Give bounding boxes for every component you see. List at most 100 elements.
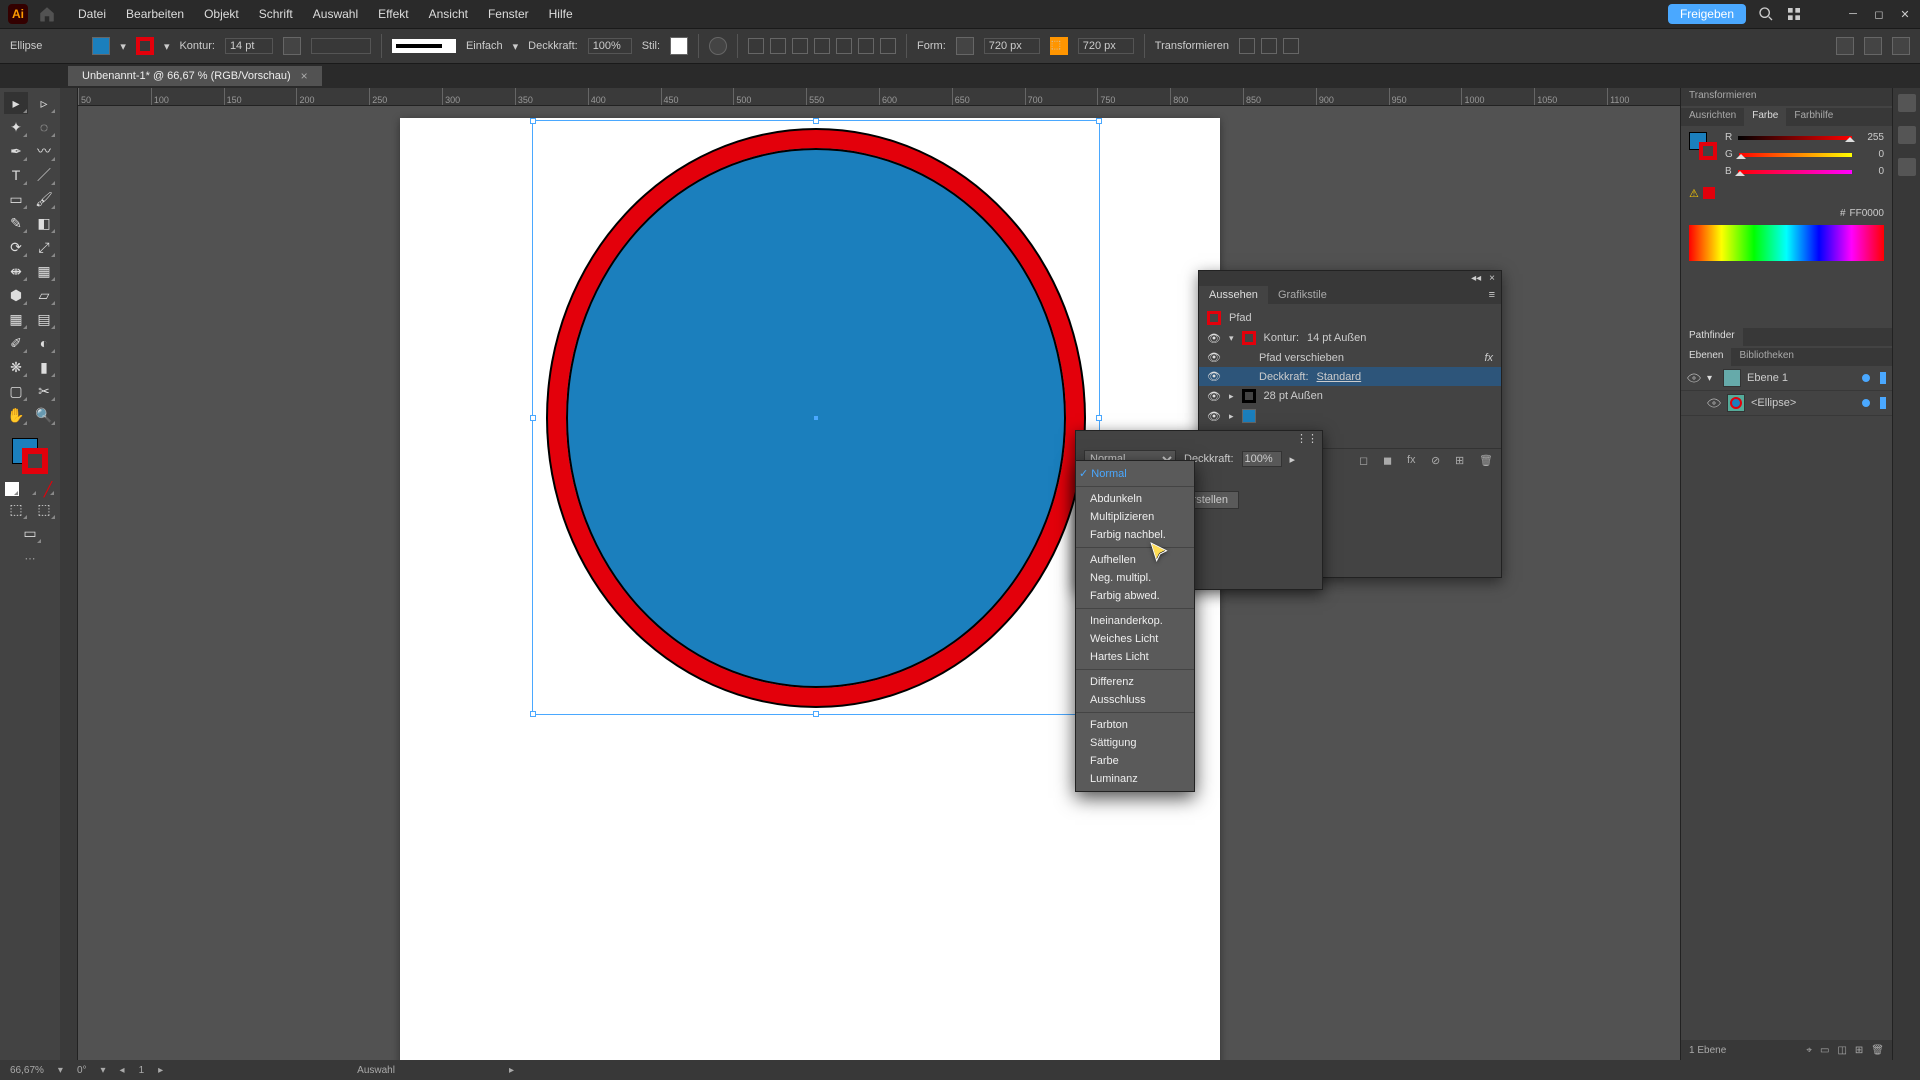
opacity-attr-value[interactable]: Standard bbox=[1317, 371, 1362, 383]
zoom-value[interactable]: 66,67% bbox=[10, 1065, 44, 1076]
make-clip-icon[interactable]: ▭ bbox=[1820, 1045, 1829, 1056]
fill-swatch[interactable] bbox=[92, 37, 110, 55]
reference-point-icon[interactable] bbox=[956, 37, 974, 55]
tab-colorguide[interactable]: Farbhilfe bbox=[1786, 108, 1841, 126]
stroke-attr-label[interactable]: Kontur: bbox=[1264, 332, 1299, 344]
blend-mode-item[interactable]: Weiches Licht bbox=[1076, 630, 1194, 648]
visibility-icon[interactable]: 👁 bbox=[1207, 390, 1221, 403]
visibility-icon[interactable]: 👁 bbox=[1207, 410, 1221, 423]
blend-mode-item[interactable]: Aufhellen bbox=[1076, 551, 1194, 569]
visibility-icon[interactable] bbox=[1687, 373, 1701, 383]
draw-behind-icon[interactable]: ⬚ bbox=[32, 498, 56, 520]
tab-appearance[interactable]: Aussehen bbox=[1199, 286, 1268, 304]
link-icon[interactable]: ⬚ bbox=[1050, 37, 1068, 55]
tab-color[interactable]: Farbe bbox=[1744, 108, 1786, 126]
layer-row[interactable]: ▾ Ebene 1 bbox=[1681, 366, 1892, 391]
handle-icon[interactable] bbox=[813, 118, 819, 124]
align-vcenter-icon[interactable] bbox=[858, 38, 874, 54]
artboard-number[interactable]: 1 bbox=[139, 1065, 145, 1076]
magic-wand-tool[interactable]: ✦ bbox=[4, 116, 28, 138]
share-button[interactable]: Freigeben bbox=[1668, 4, 1746, 24]
comments-icon[interactable] bbox=[1898, 158, 1916, 176]
blend-tool[interactable]: ◐ bbox=[32, 332, 56, 354]
free-transform-tool[interactable]: ▦ bbox=[32, 260, 56, 282]
chevron-right-icon[interactable]: ▸ bbox=[1229, 391, 1234, 402]
draw-normal-icon[interactable]: ⬚ bbox=[4, 498, 28, 520]
blend-mode-item[interactable]: Ausschluss bbox=[1076, 691, 1194, 709]
fill-stroke-indicator[interactable] bbox=[10, 436, 50, 476]
gradient-mode-icon[interactable] bbox=[23, 482, 37, 496]
none-mode-icon[interactable]: ╱ bbox=[41, 482, 55, 496]
direct-selection-tool[interactable]: ▹ bbox=[32, 92, 56, 114]
target-icon[interactable] bbox=[1862, 374, 1870, 382]
new-layer-icon[interactable]: ⊞ bbox=[1855, 1045, 1863, 1056]
graph-tool[interactable]: ▮ bbox=[32, 356, 56, 378]
chevron-down-icon[interactable]: ▾ bbox=[1707, 373, 1717, 384]
mesh-tool[interactable]: ▦ bbox=[4, 308, 28, 330]
menu-edit[interactable]: Bearbeiten bbox=[118, 5, 192, 23]
isolate-icon[interactable] bbox=[1239, 38, 1255, 54]
screen-mode-icon[interactable]: ▭ bbox=[18, 522, 42, 544]
handle-icon[interactable] bbox=[530, 415, 536, 421]
stroke2-attr-value[interactable]: 28 pt Außen bbox=[1264, 390, 1323, 402]
arrange-icon[interactable] bbox=[1283, 38, 1299, 54]
rotate-tool[interactable]: ⟳ bbox=[4, 236, 28, 258]
doc-setup-icon[interactable] bbox=[1864, 37, 1882, 55]
stroke-profile-select[interactable] bbox=[392, 39, 456, 53]
fill-stroke-mini[interactable] bbox=[1689, 132, 1717, 160]
menu-view[interactable]: Ansicht bbox=[421, 5, 476, 23]
gradient-tool[interactable]: ▤ bbox=[32, 308, 56, 330]
blend-mode-item[interactable]: Farbe bbox=[1076, 752, 1194, 770]
align-bottom-icon[interactable] bbox=[880, 38, 896, 54]
b-slider[interactable] bbox=[1738, 167, 1852, 177]
target-icon[interactable] bbox=[1862, 399, 1870, 407]
close-tab-icon[interactable]: × bbox=[301, 69, 308, 83]
blend-mode-item[interactable]: Farbig abwed. bbox=[1076, 587, 1194, 605]
prefs-icon[interactable] bbox=[1892, 37, 1910, 55]
blend-mode-item[interactable]: Neg. multipl. bbox=[1076, 569, 1194, 587]
opacity-value-input[interactable] bbox=[1242, 451, 1282, 467]
blend-mode-item[interactable]: Abdunkeln bbox=[1076, 490, 1194, 508]
chevron-down-icon[interactable]: ▾ bbox=[58, 1065, 63, 1076]
offset-path-label[interactable]: Pfad verschieben bbox=[1259, 352, 1344, 364]
panel-menu-icon[interactable]: ⋮⋮ bbox=[1076, 431, 1322, 446]
chevron-down-icon[interactable]: ▾ bbox=[120, 40, 126, 53]
eraser-tool[interactable]: ◧ bbox=[32, 212, 56, 234]
blend-mode-item[interactable]: Farbton bbox=[1076, 716, 1194, 734]
height-input[interactable] bbox=[1078, 38, 1134, 54]
artboard-nav-next-icon[interactable]: ▸ bbox=[158, 1065, 163, 1076]
close-panel-icon[interactable]: × bbox=[1489, 273, 1495, 284]
line-tool[interactable]: ／ bbox=[32, 164, 56, 186]
handle-icon[interactable] bbox=[1096, 415, 1102, 421]
zoom-tool[interactable]: 🔍 bbox=[32, 404, 56, 426]
duplicate-icon[interactable]: ⊞ bbox=[1455, 454, 1469, 468]
align-left-icon[interactable] bbox=[770, 38, 786, 54]
menu-type[interactable]: Schrift bbox=[251, 5, 301, 23]
menu-object[interactable]: Objekt bbox=[196, 5, 247, 23]
chevron-right-icon[interactable]: ▸ bbox=[1290, 453, 1296, 466]
gpu-icon[interactable] bbox=[1836, 37, 1854, 55]
align-top-icon[interactable] bbox=[836, 38, 852, 54]
stroke-attr-value[interactable]: 14 pt Außen bbox=[1307, 332, 1366, 344]
collapse-icon[interactable]: ◂◂ bbox=[1471, 273, 1481, 284]
perspective-tool[interactable]: ▱ bbox=[32, 284, 56, 306]
lasso-tool[interactable]: ◌ bbox=[32, 116, 56, 138]
blend-mode-item[interactable]: Luminanz bbox=[1076, 770, 1194, 788]
stroke-weight-input[interactable] bbox=[225, 38, 273, 54]
chevron-down-icon[interactable]: ▾ bbox=[513, 40, 519, 53]
symbol-sprayer-tool[interactable]: ❋ bbox=[4, 356, 28, 378]
close-icon[interactable]: ✕ bbox=[1898, 7, 1912, 21]
opacity-input[interactable] bbox=[588, 38, 632, 54]
libraries-icon[interactable] bbox=[1898, 126, 1916, 144]
tab-transform[interactable]: Transformieren bbox=[1681, 88, 1764, 106]
tab-graphicstyles[interactable]: Grafikstile bbox=[1268, 286, 1337, 304]
menu-help[interactable]: Hilfe bbox=[541, 5, 581, 23]
blend-mode-item[interactable]: Farbig nachbel. bbox=[1076, 526, 1194, 544]
minimize-icon[interactable]: ─ bbox=[1846, 7, 1860, 21]
layer-name[interactable]: Ebene 1 bbox=[1747, 372, 1788, 384]
blend-mode-item[interactable]: Normal bbox=[1076, 464, 1194, 483]
blend-mode-item[interactable]: Differenz bbox=[1076, 673, 1194, 691]
delete-icon[interactable]: 🗑 bbox=[1871, 1045, 1884, 1056]
slice-tool[interactable]: ✂ bbox=[32, 380, 56, 402]
arrange-icon[interactable] bbox=[1786, 6, 1802, 22]
